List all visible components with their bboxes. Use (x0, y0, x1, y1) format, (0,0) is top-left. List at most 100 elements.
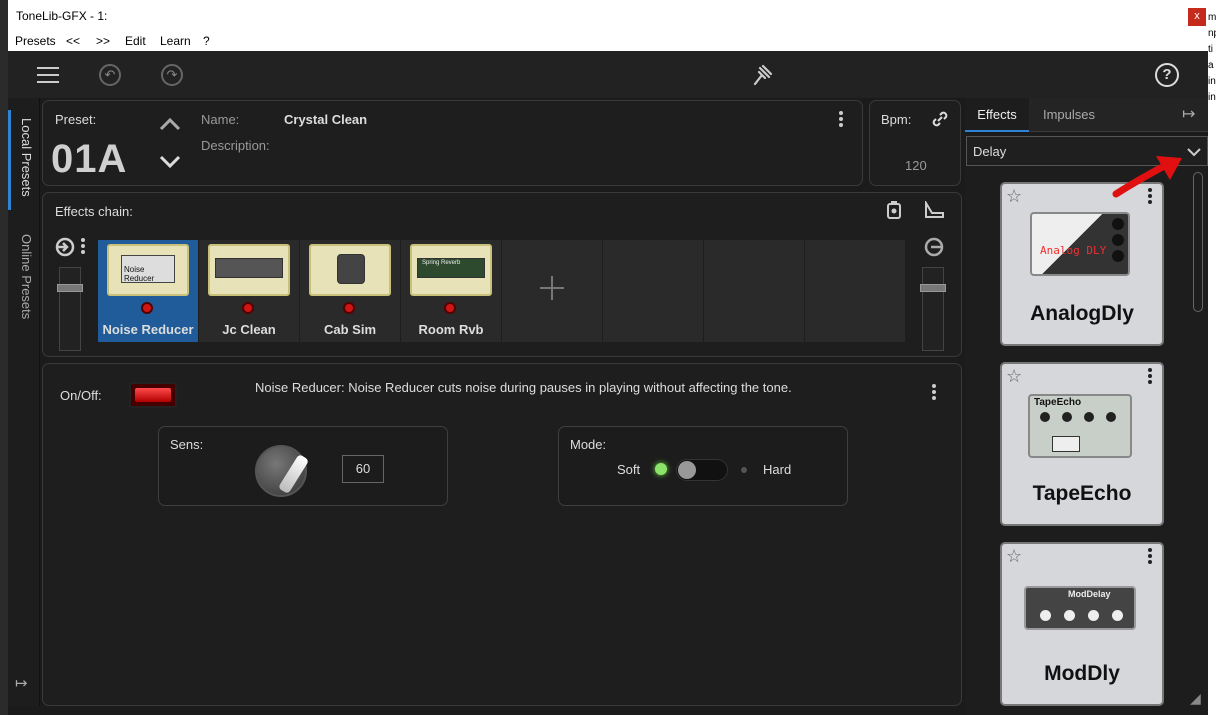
sens-control: Sens: 60 (158, 426, 448, 506)
chain-slot-cab-sim[interactable]: Cab Sim (300, 240, 400, 342)
favorite-star-icon[interactable]: ☆ (1006, 186, 1022, 207)
slot-label: Noise Reducer (102, 322, 194, 337)
card-more-icon[interactable] (1148, 368, 1152, 386)
slot-label: Jc Clean (222, 322, 276, 337)
preset-down-icon[interactable] (159, 155, 181, 169)
onoff-label: On/Off: (60, 388, 102, 403)
mode-control: Mode: Soft Hard (558, 426, 848, 506)
mode-hard-led (741, 467, 747, 473)
analogdly-pedal-image: Analog DLY (1030, 212, 1130, 276)
bpm-panel: Bpm: 120 (869, 100, 961, 186)
input-level-fader[interactable] (57, 267, 83, 351)
help-icon[interactable]: ? (1155, 63, 1179, 87)
input-more-icon[interactable] (81, 238, 85, 254)
output-icon[interactable] (923, 236, 945, 258)
pedal-text: Analog DLY (1040, 244, 1107, 257)
menu-bar: Presets << >> Edit Learn ? (8, 32, 1208, 51)
preset-name[interactable]: Crystal Clean (284, 112, 367, 127)
input-icon[interactable] (54, 236, 76, 258)
chain-settings-icon[interactable] (923, 201, 945, 219)
favorite-star-icon[interactable]: ☆ (1006, 366, 1022, 387)
chain-slot-add[interactable] (502, 240, 602, 342)
library-card-tapeecho[interactable]: ☆ TapeEcho TapeEcho (1000, 362, 1164, 526)
moddly-pedal-image: ModDelay (1024, 586, 1136, 630)
output-level-fader[interactable] (920, 267, 946, 351)
menu-next[interactable]: >> (96, 34, 110, 48)
chevron-down-icon[interactable] (1187, 147, 1201, 157)
save-chain-icon[interactable] (885, 200, 903, 220)
chain-slot-jc-clean[interactable]: Jc Clean (199, 240, 299, 342)
strip-text: a (1208, 60, 1214, 71)
preset-up-icon[interactable] (159, 117, 181, 131)
preset-number: 01A (51, 137, 128, 181)
mode-switch[interactable] (676, 459, 728, 481)
bpm-label: Bpm: (881, 112, 912, 127)
library-card-analogdly[interactable]: ☆ Analog DLY AnalogDly (1000, 182, 1164, 346)
slot-status-led[interactable] (444, 302, 456, 314)
toolbar: ↶ ↷ ? (8, 51, 1208, 98)
close-button[interactable]: x (1188, 8, 1206, 26)
add-effect-icon[interactable] (540, 276, 564, 300)
slot-status-led[interactable] (141, 302, 153, 314)
chain-slot-empty[interactable] (805, 240, 905, 342)
link-icon[interactable] (931, 110, 949, 128)
undo-icon[interactable]: ↶ (99, 64, 121, 86)
mode-soft-label: Soft (617, 462, 641, 477)
library-card-moddly[interactable]: ☆ ModDelay ModDly (1000, 542, 1164, 706)
tuner-fork-icon[interactable] (751, 64, 773, 86)
tab-online-presets[interactable]: Online Presets (14, 234, 34, 319)
collapse-panel-icon[interactable]: ↦ (15, 674, 28, 692)
cab-thumb (309, 244, 391, 296)
strip-text: m (1208, 12, 1216, 23)
favorite-star-icon[interactable]: ☆ (1006, 546, 1022, 567)
slot-label: Cab Sim (323, 322, 376, 337)
card-name: AnalogDly (1030, 302, 1134, 325)
mode-label: Mode: (570, 437, 607, 452)
library-tabs: Effects Impulses ↦ (965, 98, 1208, 132)
active-tab-indicator (8, 110, 11, 210)
amp-thumb (208, 244, 290, 296)
name-label: Name: (201, 112, 240, 127)
preset-source-tabs: Local Presets Online Presets ↦ (8, 98, 40, 706)
chain-slot-empty[interactable] (603, 240, 703, 342)
menu-learn[interactable]: Learn (160, 34, 191, 48)
preset-more-icon[interactable] (839, 111, 843, 127)
pedal-text: TapeEcho (1034, 397, 1082, 408)
library-scrollbar[interactable] (1193, 172, 1203, 312)
detach-panel-icon[interactable]: ↦ (1182, 104, 1195, 124)
slot-status-led[interactable] (242, 302, 254, 314)
preset-panel: Preset: 01A Name: Crystal Clean Descript… (42, 100, 863, 186)
menu-help[interactable]: ? (203, 34, 210, 48)
tab-impulses[interactable]: Impulses (1029, 98, 1109, 132)
mode-soft-led (655, 463, 667, 475)
description-label: Description: (201, 138, 270, 153)
effect-more-icon[interactable] (932, 384, 936, 400)
redo-icon[interactable]: ↷ (161, 64, 183, 86)
bpm-value[interactable]: 120 (905, 158, 927, 173)
tab-effects[interactable]: Effects (965, 98, 1029, 132)
app-window: ToneLib-GFX - 1: x Presets << >> Edit Le… (0, 0, 1216, 715)
title-bar: ToneLib-GFX - 1: x (8, 0, 1208, 32)
chain-slot-noise-reducer[interactable]: Noise Reducer Noise Reducer (98, 240, 198, 342)
menu-presets[interactable]: Presets (15, 34, 56, 48)
chain-slot-room-rvb[interactable]: Spring Reverb Room Rvb (401, 240, 501, 342)
card-more-icon[interactable] (1148, 548, 1152, 566)
chain-slot-empty[interactable] (704, 240, 804, 342)
menu-prev[interactable]: << (66, 34, 80, 48)
slot-status-led[interactable] (343, 302, 355, 314)
effect-onoff-toggle[interactable] (129, 382, 177, 408)
window-title: ToneLib-GFX - 1: (16, 9, 108, 23)
sens-value-field[interactable]: 60 (342, 455, 384, 483)
preset-label: Preset: (55, 112, 97, 127)
strip-text: ti (1208, 44, 1213, 55)
effects-chain-label: Effects chain: (55, 204, 133, 219)
pedal-text: ModDelay (1068, 589, 1111, 599)
strip-text: in (1208, 76, 1216, 87)
menu-icon[interactable] (37, 67, 59, 83)
annotation-arrow-icon (1112, 156, 1182, 198)
reverb-thumb: Spring Reverb (410, 244, 492, 296)
menu-edit[interactable]: Edit (125, 34, 146, 48)
resize-grip-icon[interactable]: ◢ (1190, 690, 1201, 707)
tab-local-presets[interactable]: Local Presets (14, 118, 34, 197)
sens-knob[interactable] (255, 445, 310, 497)
